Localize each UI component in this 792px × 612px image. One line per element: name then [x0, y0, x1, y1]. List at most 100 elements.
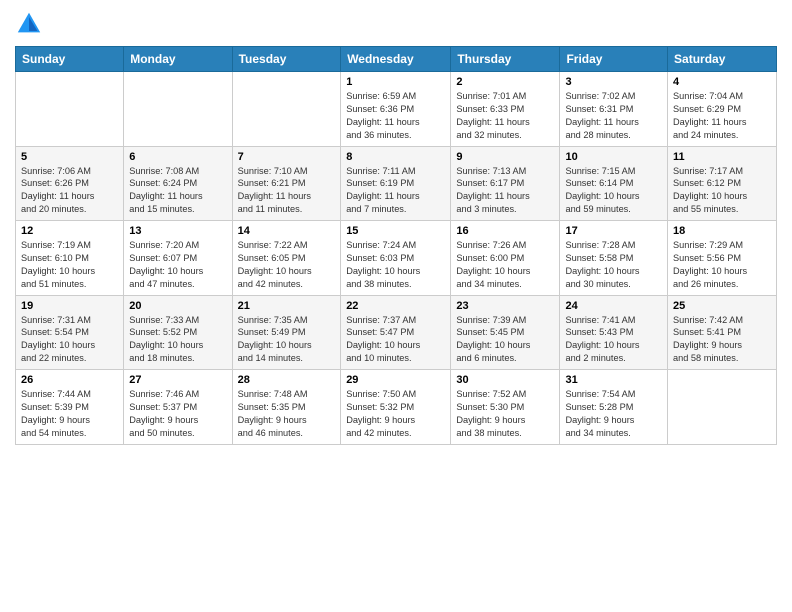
- calendar-row: 19Sunrise: 7:31 AM Sunset: 5:54 PM Dayli…: [16, 295, 777, 370]
- calendar-cell: 15 Sunrise: 7:24 AM Sunset: 6:03 PM Dayli…: [341, 221, 451, 296]
- day-info: Sunrise: 7:39 AM Sunset: 5:45 PM Dayligh…: [456, 314, 554, 366]
- header-day: Thursday: [451, 47, 560, 72]
- day-number: 26: [21, 374, 118, 386]
- header-row: SundayMondayTuesdayWednesdayThursdayFrid…: [16, 47, 777, 72]
- day-info: Sunrise: 7:33 AM Sunset: 5:52 PM Dayligh…: [129, 314, 226, 366]
- calendar-cell: 26 Sunrise: 7:44 AM Sunset: 5:39 PM Dayli…: [16, 370, 124, 445]
- calendar-cell: 4Sunrise: 7:04 AM Sunset: 6:29 PM Daylig…: [668, 72, 777, 147]
- calendar-cell: 31Sunrise: 7:54 AM Sunset: 5:28 PM Dayli…: [560, 370, 668, 445]
- calendar-cell: 21 Sunrise: 7:35 AM Sunset: 5:49 PM Dayli…: [232, 295, 341, 370]
- day-number: 18: [673, 225, 771, 237]
- day-number: 7: [238, 151, 336, 163]
- calendar-cell: 16Sunrise: 7:26 AM Sunset: 6:00 PM Dayli…: [451, 221, 560, 296]
- day-number: 17: [565, 225, 662, 237]
- day-info: Sunrise: 7:35 AM Sunset: 5:49 PM Dayligh…: [238, 314, 336, 366]
- calendar-cell: 14 Sunrise: 7:22 AM Sunset: 6:05 PM Dayli…: [232, 221, 341, 296]
- day-info: Sunrise: 7:13 AM Sunset: 6:17 PM Dayligh…: [456, 165, 554, 217]
- calendar-table: SundayMondayTuesdayWednesdayThursdayFrid…: [15, 46, 777, 445]
- day-number: 2: [456, 76, 554, 88]
- calendar-cell: [232, 72, 341, 147]
- day-number: 23: [456, 300, 554, 312]
- day-info: Sunrise: 6:59 AM Sunset: 6:36 PM Dayligh…: [346, 90, 445, 142]
- calendar-cell: 28 Sunrise: 7:48 AM Sunset: 5:35 PM Dayli…: [232, 370, 341, 445]
- header-day: Wednesday: [341, 47, 451, 72]
- day-info: Sunrise: 7:26 AM Sunset: 6:00 PM Dayligh…: [456, 239, 554, 291]
- calendar-cell: 24 Sunrise: 7:41 AM Sunset: 5:43 PM Dayli…: [560, 295, 668, 370]
- calendar-cell: 22 Sunrise: 7:37 AM Sunset: 5:47 PM Dayli…: [341, 295, 451, 370]
- day-info: Sunrise: 7:11 AM Sunset: 6:19 PM Dayligh…: [346, 165, 445, 217]
- calendar-cell: 12 Sunrise: 7:19 AM Sunset: 6:10 PM Dayli…: [16, 221, 124, 296]
- day-info: Sunrise: 7:04 AM Sunset: 6:29 PM Dayligh…: [673, 90, 771, 142]
- day-info: Sunrise: 7:31 AM Sunset: 5:54 PM Dayligh…: [21, 314, 118, 366]
- calendar-cell: 6 Sunrise: 7:08 AM Sunset: 6:24 PM Daylig…: [124, 146, 232, 221]
- day-number: 9: [456, 151, 554, 163]
- day-number: 27: [129, 374, 226, 386]
- calendar-cell: 3 Sunrise: 7:02 AM Sunset: 6:31 PM Daylig…: [560, 72, 668, 147]
- day-info: Sunrise: 7:20 AM Sunset: 6:07 PM Dayligh…: [129, 239, 226, 291]
- header-day: Sunday: [16, 47, 124, 72]
- calendar-cell: [668, 370, 777, 445]
- day-number: 12: [21, 225, 118, 237]
- calendar-cell: 17 Sunrise: 7:28 AM Sunset: 5:58 PM Dayli…: [560, 221, 668, 296]
- calendar-cell: 11 Sunrise: 7:17 AM Sunset: 6:12 PM Dayli…: [668, 146, 777, 221]
- day-info: Sunrise: 7:19 AM Sunset: 6:10 PM Dayligh…: [21, 239, 118, 291]
- day-info: Sunrise: 7:44 AM Sunset: 5:39 PM Dayligh…: [21, 388, 118, 440]
- calendar-row: 5 Sunrise: 7:06 AM Sunset: 6:26 PM Daylig…: [16, 146, 777, 221]
- day-info: Sunrise: 7:28 AM Sunset: 5:58 PM Dayligh…: [565, 239, 662, 291]
- header-day: Monday: [124, 47, 232, 72]
- calendar-cell: 23 Sunrise: 7:39 AM Sunset: 5:45 PM Dayli…: [451, 295, 560, 370]
- header-day: Friday: [560, 47, 668, 72]
- day-info: Sunrise: 7:48 AM Sunset: 5:35 PM Dayligh…: [238, 388, 336, 440]
- day-number: 3: [565, 76, 662, 88]
- calendar-cell: 1 Sunrise: 6:59 AM Sunset: 6:36 PM Daylig…: [341, 72, 451, 147]
- day-number: 11: [673, 151, 771, 163]
- day-info: Sunrise: 7:24 AM Sunset: 6:03 PM Dayligh…: [346, 239, 445, 291]
- day-info: Sunrise: 7:17 AM Sunset: 6:12 PM Dayligh…: [673, 165, 771, 217]
- day-info: Sunrise: 7:22 AM Sunset: 6:05 PM Dayligh…: [238, 239, 336, 291]
- calendar-cell: 2Sunrise: 7:01 AM Sunset: 6:33 PM Daylig…: [451, 72, 560, 147]
- day-number: 5: [21, 151, 118, 163]
- day-info: Sunrise: 7:02 AM Sunset: 6:31 PM Dayligh…: [565, 90, 662, 142]
- calendar-header: SundayMondayTuesdayWednesdayThursdayFrid…: [16, 47, 777, 72]
- header-day: Tuesday: [232, 47, 341, 72]
- day-number: 14: [238, 225, 336, 237]
- day-info: Sunrise: 7:29 AM Sunset: 5:56 PM Dayligh…: [673, 239, 771, 291]
- calendar-cell: 19Sunrise: 7:31 AM Sunset: 5:54 PM Dayli…: [16, 295, 124, 370]
- calendar-cell: 5 Sunrise: 7:06 AM Sunset: 6:26 PM Daylig…: [16, 146, 124, 221]
- day-info: Sunrise: 7:08 AM Sunset: 6:24 PM Dayligh…: [129, 165, 226, 217]
- calendar-cell: 10Sunrise: 7:15 AM Sunset: 6:14 PM Dayli…: [560, 146, 668, 221]
- day-info: Sunrise: 7:10 AM Sunset: 6:21 PM Dayligh…: [238, 165, 336, 217]
- day-info: Sunrise: 7:50 AM Sunset: 5:32 PM Dayligh…: [346, 388, 445, 440]
- calendar-cell: 7 Sunrise: 7:10 AM Sunset: 6:21 PM Daylig…: [232, 146, 341, 221]
- day-number: 20: [129, 300, 226, 312]
- calendar-cell: 18 Sunrise: 7:29 AM Sunset: 5:56 PM Dayli…: [668, 221, 777, 296]
- day-number: 6: [129, 151, 226, 163]
- calendar-cell: [16, 72, 124, 147]
- day-info: Sunrise: 7:41 AM Sunset: 5:43 PM Dayligh…: [565, 314, 662, 366]
- day-info: Sunrise: 7:46 AM Sunset: 5:37 PM Dayligh…: [129, 388, 226, 440]
- day-number: 15: [346, 225, 445, 237]
- day-info: Sunrise: 7:37 AM Sunset: 5:47 PM Dayligh…: [346, 314, 445, 366]
- day-number: 1: [346, 76, 445, 88]
- day-number: 28: [238, 374, 336, 386]
- day-number: 24: [565, 300, 662, 312]
- calendar-cell: [124, 72, 232, 147]
- calendar-cell: 13 Sunrise: 7:20 AM Sunset: 6:07 PM Dayli…: [124, 221, 232, 296]
- header-day: Saturday: [668, 47, 777, 72]
- calendar-row: 26 Sunrise: 7:44 AM Sunset: 5:39 PM Dayli…: [16, 370, 777, 445]
- day-number: 21: [238, 300, 336, 312]
- day-number: 25: [673, 300, 771, 312]
- day-number: 30: [456, 374, 554, 386]
- calendar-cell: 30 Sunrise: 7:52 AM Sunset: 5:30 PM Dayli…: [451, 370, 560, 445]
- day-info: Sunrise: 7:06 AM Sunset: 6:26 PM Dayligh…: [21, 165, 118, 217]
- day-number: 22: [346, 300, 445, 312]
- page: SundayMondayTuesdayWednesdayThursdayFrid…: [0, 0, 792, 612]
- calendar-cell: 25 Sunrise: 7:42 AM Sunset: 5:41 PM Dayli…: [668, 295, 777, 370]
- calendar-row: 12 Sunrise: 7:19 AM Sunset: 6:10 PM Dayli…: [16, 221, 777, 296]
- day-info: Sunrise: 7:52 AM Sunset: 5:30 PM Dayligh…: [456, 388, 554, 440]
- calendar-cell: 29Sunrise: 7:50 AM Sunset: 5:32 PM Dayli…: [341, 370, 451, 445]
- logo-icon: [15, 10, 43, 38]
- logo: [15, 10, 47, 38]
- day-number: 13: [129, 225, 226, 237]
- day-info: Sunrise: 7:42 AM Sunset: 5:41 PM Dayligh…: [673, 314, 771, 366]
